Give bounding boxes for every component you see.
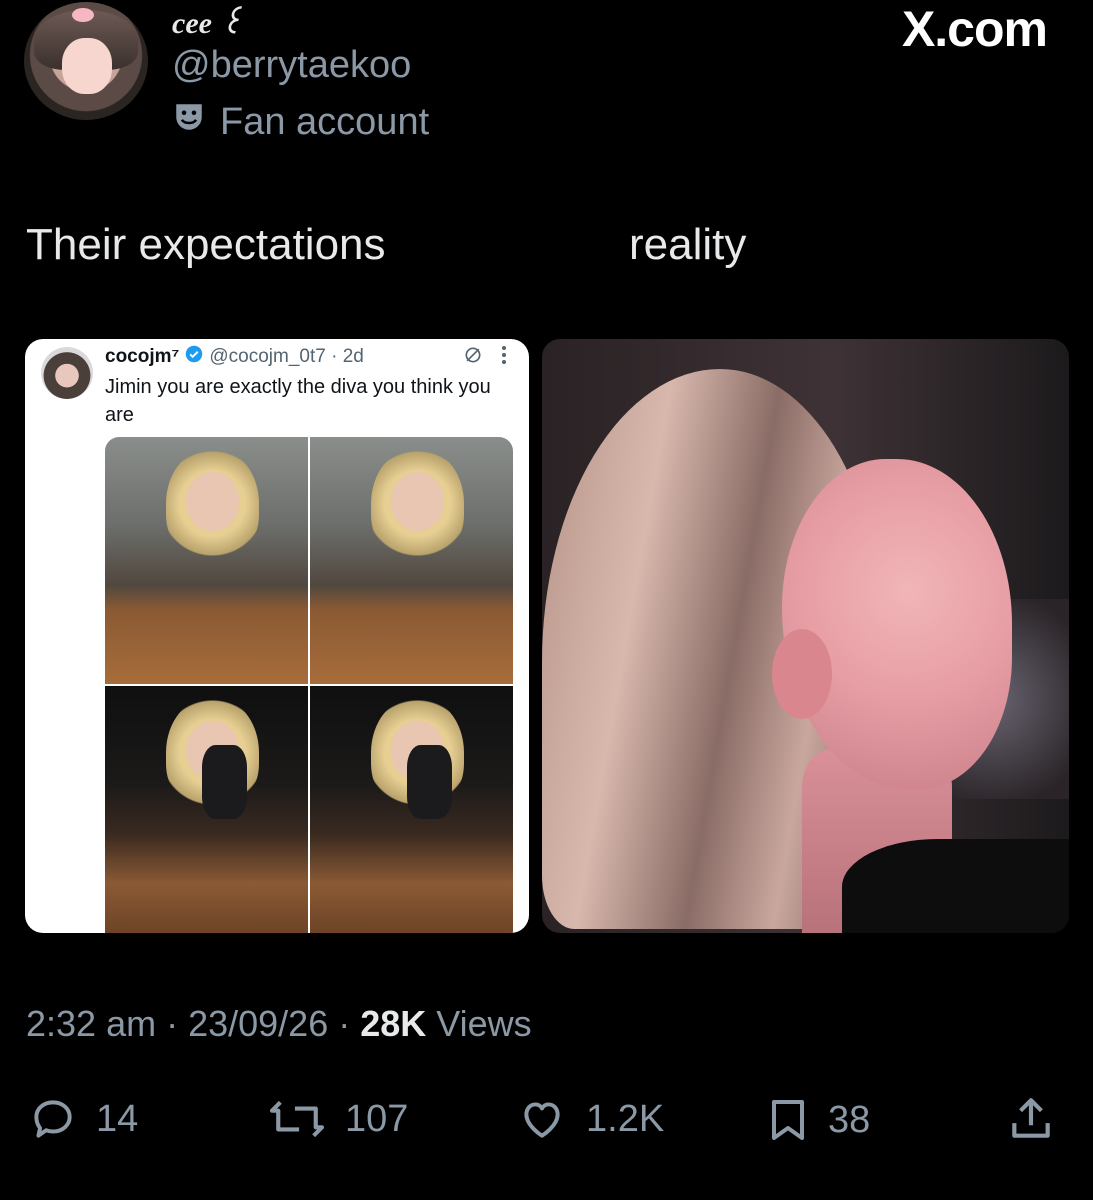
like-count: 1.2K	[586, 1097, 665, 1140]
repost-icon	[265, 1094, 329, 1144]
post-time[interactable]: 2:32 am	[26, 1003, 156, 1044]
fan-account-label-row: Fan account	[172, 100, 429, 144]
quoted-photo	[105, 686, 308, 933]
user-handle[interactable]: @berrytaekoo	[172, 44, 411, 87]
grok-icon	[463, 345, 483, 371]
x-com-watermark: X.com	[901, 1, 1048, 57]
separator: ·	[156, 1003, 189, 1044]
reply-icon	[26, 1094, 80, 1144]
post-meta: 2:32 am · 23/09/26 · 28K Views	[26, 1003, 532, 1045]
reality-image[interactable]	[542, 339, 1069, 933]
quoted-avatar	[41, 347, 93, 399]
heart-icon	[514, 1094, 570, 1144]
quoted-photo	[310, 686, 513, 933]
reply-count: 14	[96, 1097, 139, 1140]
quoted-name: cocojm⁷	[105, 346, 180, 367]
quoted-photo	[105, 437, 308, 684]
quoted-photo	[310, 437, 513, 684]
share-button[interactable]	[1006, 1094, 1056, 1144]
quoted-tweet-header: cocojm⁷ @cocojm_0t7 · 2d	[105, 345, 364, 369]
bookmark-icon	[764, 1094, 812, 1146]
views-label: Views	[426, 1003, 532, 1044]
post-text-reality: reality	[629, 220, 747, 269]
repost-button[interactable]: 107	[265, 1094, 408, 1144]
like-button[interactable]: 1.2K	[514, 1094, 664, 1144]
expectations-image[interactable]: cocojm⁷ @cocojm_0t7 · 2d Jimin you are e…	[25, 339, 529, 933]
views-count: 28K	[360, 1003, 427, 1044]
profile-avatar[interactable]	[24, 2, 148, 120]
quoted-photo-grid	[105, 437, 513, 933]
verified-badge-icon	[185, 345, 203, 369]
bookmark-button[interactable]: 38	[764, 1094, 870, 1146]
post-text-expectations: Their expectations	[26, 220, 386, 269]
separator: ·	[328, 1003, 361, 1044]
quoted-handle-time: @cocojm_0t7 · 2d	[209, 346, 364, 367]
bookmark-count: 38	[828, 1098, 871, 1141]
share-icon	[1006, 1094, 1056, 1144]
fan-account-label: Fan account	[220, 100, 430, 143]
reply-button[interactable]: 14	[26, 1094, 138, 1144]
post-date[interactable]: 23/09/26	[188, 1003, 328, 1044]
theater-mask-icon	[172, 100, 206, 144]
repost-count: 107	[345, 1097, 409, 1140]
quoted-tweet-text: Jimin you are exactly the diva you think…	[105, 376, 491, 426]
more-options-icon	[501, 345, 507, 371]
display-name[interactable]: cee ꒰	[172, 2, 243, 41]
quoted-menu	[463, 345, 507, 371]
